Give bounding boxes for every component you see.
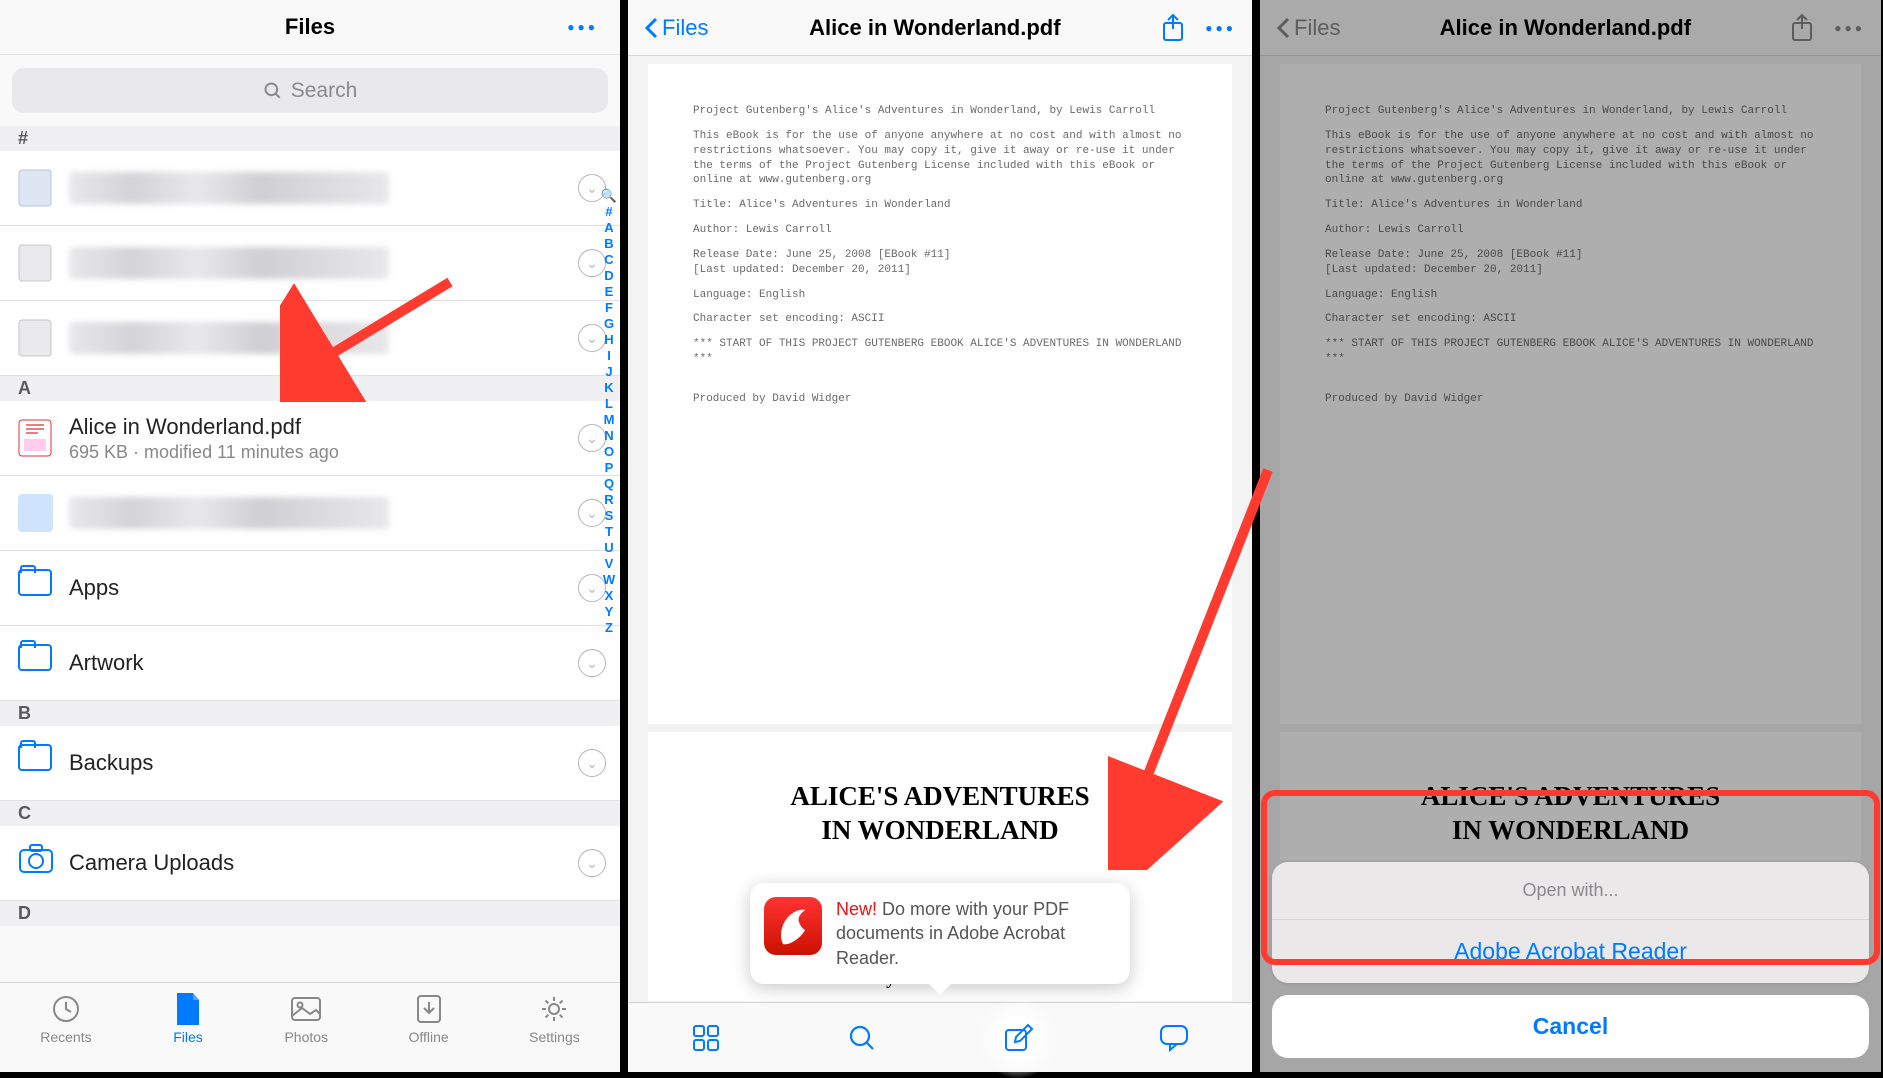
nav-bar: Files Alice in Wonderland.pdf ●●● [628,0,1252,56]
chevron-down-icon[interactable]: ⌄ [578,849,606,877]
open-with-adobe-button[interactable]: Adobe Acrobat Reader [1272,920,1869,983]
folder-name: Apps [69,575,119,601]
folder-icon [18,744,52,771]
section-d: D [0,901,620,926]
grid-icon[interactable] [688,1020,724,1056]
edit-icon[interactable] [1000,1020,1036,1056]
gear-icon [538,993,570,1025]
tab-offline[interactable]: Offline [408,993,448,1072]
list-item[interactable]: ⌄ [0,226,620,301]
comment-icon[interactable] [1156,1020,1192,1056]
nav-title: Files [285,14,335,40]
doc-title: Alice in Wonderland.pdf [809,15,1060,41]
section-a: A [0,376,620,401]
chevron-down-icon[interactable]: ⌄ [578,649,606,677]
file-name: Alice in Wonderland.pdf [69,414,339,440]
more-icon[interactable]: ●●● [567,20,598,34]
section-hash: # [0,126,620,151]
folder-icon [18,569,52,596]
search-placeholder: Search [291,79,358,103]
search-icon [263,81,283,101]
clock-icon [50,993,82,1025]
toolbar [628,1002,1252,1072]
list-item-folder-camera[interactable]: Camera Uploads ⌄ [0,826,620,901]
folder-name: Artwork [69,650,144,676]
list-item[interactable]: ⌄ [0,476,620,551]
tab-files[interactable]: Files [172,993,204,1072]
section-c: C [0,801,620,826]
download-icon [413,993,445,1025]
pdf-icon [18,419,53,457]
more-icon[interactable]: ●●● [1205,21,1236,35]
file-meta: 695 KB · modified 11 minutes ago [69,442,339,463]
tab-photos[interactable]: Photos [284,993,328,1072]
chevron-down-icon[interactable]: ⌄ [578,749,606,777]
adobe-icon [764,897,822,955]
folder-name: Camera Uploads [69,850,234,876]
acrobat-tooltip[interactable]: New! Do more with your PDF documents in … [750,883,1130,984]
list-item-pdf[interactable]: Alice in Wonderland.pdf 695 KB · modifie… [0,401,620,476]
list-item[interactable]: ⌄ [0,151,620,226]
search-input[interactable]: Search [12,68,608,113]
share-icon[interactable] [1161,13,1185,43]
list-item-folder-apps[interactable]: Apps ⌄ [0,551,620,626]
camera-icon [18,844,53,882]
action-sheet: Open with... Adobe Acrobat Reader Cancel [1272,862,1869,1058]
folder-icon [18,644,52,671]
list-item[interactable]: ⌄ [0,301,620,376]
section-b: B [0,701,620,726]
tab-settings[interactable]: Settings [529,993,580,1072]
tab-bar: Recents Files Photos Offline Settings [0,982,620,1072]
cancel-button[interactable]: Cancel [1272,995,1869,1058]
list-item-folder-artwork[interactable]: Artwork ⌄ [0,626,620,701]
search-icon[interactable] [844,1020,880,1056]
nav-bar: Files ●●● [0,0,620,55]
tab-recents[interactable]: Recents [40,993,91,1072]
alpha-index[interactable]: 🔍#ABCDEFGHIJKLMNOPQRSTUVWXYZ [600,188,618,636]
list-item-folder-backups[interactable]: Backups ⌄ [0,726,620,801]
photo-icon [290,993,322,1025]
pdf-page-1[interactable]: Project Gutenberg's Alice's Adventures i… [648,64,1232,724]
back-button[interactable]: Files [644,15,708,41]
folder-name: Backups [69,750,153,776]
file-icon [172,993,204,1025]
sheet-header: Open with... [1272,862,1869,920]
